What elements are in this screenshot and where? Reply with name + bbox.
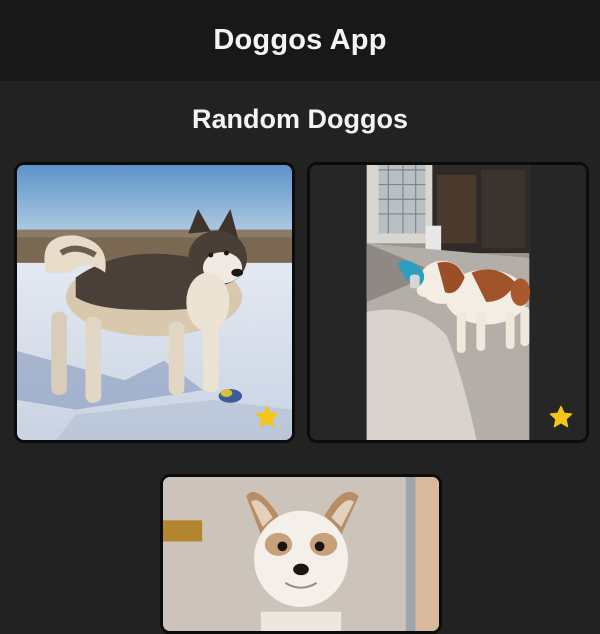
star-icon[interactable] xyxy=(254,404,280,430)
section-title: Random Doggos xyxy=(192,104,408,134)
dog-photo[interactable] xyxy=(17,165,292,440)
star-icon[interactable] xyxy=(548,404,574,430)
app-bar: Doggos App xyxy=(0,0,600,81)
dog-photo[interactable] xyxy=(310,165,586,440)
dog-photo[interactable] xyxy=(163,477,439,631)
dog-card[interactable] xyxy=(307,162,589,443)
dog-card[interactable] xyxy=(160,474,442,634)
dog-card[interactable] xyxy=(14,162,295,443)
app-title: Doggos App xyxy=(213,24,387,56)
